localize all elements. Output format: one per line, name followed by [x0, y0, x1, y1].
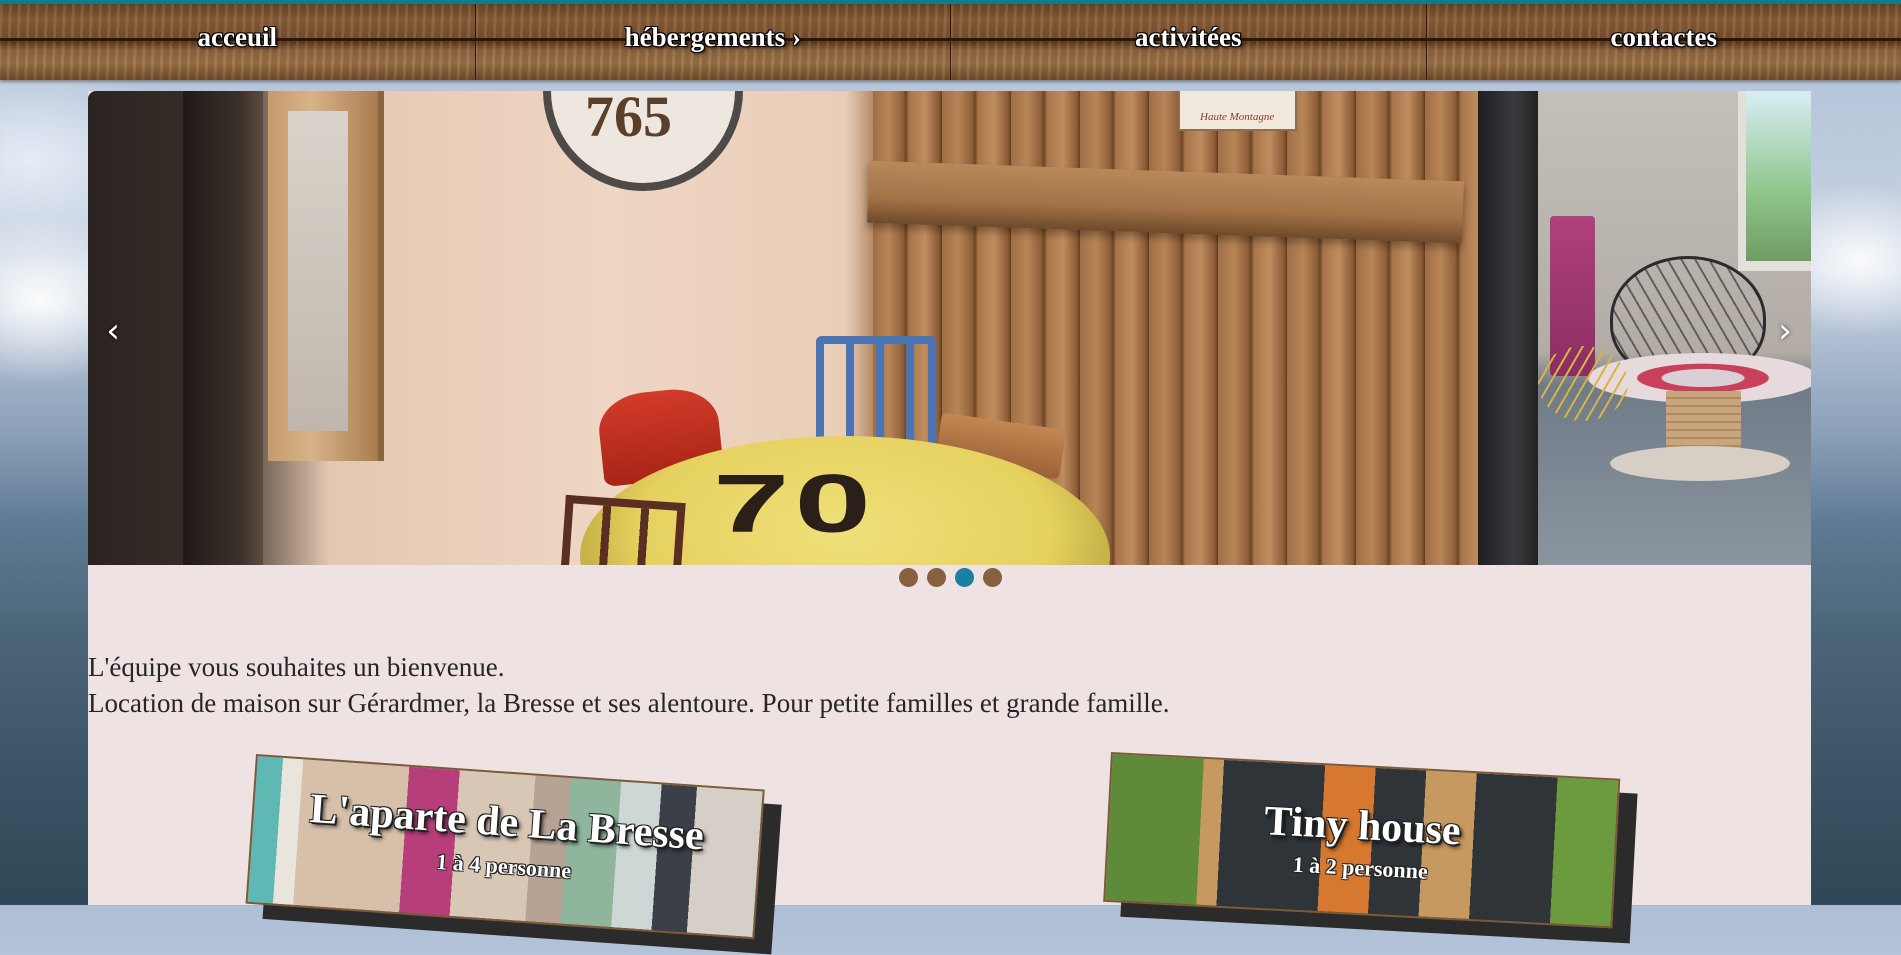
- carousel-dot-3[interactable]: [955, 568, 974, 587]
- slide-sign: Haute Montagne: [1178, 91, 1297, 131]
- nav-item-hebergements[interactable]: hébergements ›: [476, 4, 952, 80]
- carousel-dot-2[interactable]: [927, 568, 946, 587]
- slide-doorway: [1478, 91, 1538, 565]
- slide-blue-chair: [816, 336, 936, 446]
- nav-item-acceuil[interactable]: acceuil: [0, 4, 476, 80]
- carousel-dot-1[interactable]: [899, 568, 918, 587]
- top-navigation: acceuil hébergements › activitées contac…: [0, 0, 1901, 80]
- slide-window-glass: [288, 111, 348, 431]
- chevron-right-icon: ›: [1778, 311, 1792, 351]
- card-photo: Tiny house 1 à 2 personne: [1103, 752, 1620, 928]
- nav-item-contactes[interactable]: contactes: [1427, 4, 1901, 80]
- slide-sign-text: Haute Montagne: [1200, 111, 1274, 123]
- slide-dark-chair: [560, 495, 685, 565]
- welcome-text: L'équipe vous souhaites un bienvenue. Lo…: [88, 649, 1811, 721]
- card-aparte-la-bresse[interactable]: L'aparte de La Bresse 1 à 4 personne: [245, 754, 795, 951]
- welcome-line-1: L'équipe vous souhaites un bienvenue.: [88, 649, 1811, 685]
- carousel-indicators: [88, 568, 1811, 587]
- carousel-prev-button[interactable]: ‹: [93, 301, 133, 361]
- image-carousel[interactable]: 765 Haute Montagne 70 ‹ ›: [88, 91, 1811, 565]
- card-tiny-house[interactable]: Tiny house 1 à 2 personne: [1103, 752, 1651, 940]
- slide-yellow-chair: [1538, 346, 1628, 421]
- welcome-line-2: Location de maison sur Gérardmer, la Bre…: [88, 685, 1811, 721]
- slide-clock-text: 765: [585, 91, 672, 150]
- slide-spool-table-base: [1610, 446, 1790, 481]
- slide-door-frame: [183, 91, 263, 565]
- nav-item-activitees[interactable]: activitées: [951, 4, 1427, 80]
- slide-table-text: 70: [713, 456, 876, 551]
- chevron-left-icon: ‹: [106, 311, 120, 351]
- slide-window-right: [1738, 91, 1811, 271]
- carousel-dot-4[interactable]: [983, 568, 1002, 587]
- main-content: 765 Haute Montagne 70 ‹ › L'é: [88, 91, 1811, 905]
- carousel-next-button[interactable]: ›: [1765, 301, 1805, 361]
